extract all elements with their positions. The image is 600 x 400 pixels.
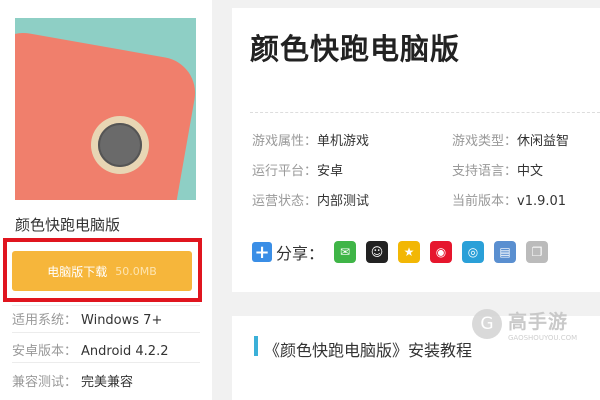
watermark-brand: 高手游 [508, 310, 569, 333]
system-label: 适用系统： [12, 313, 78, 328]
phone-illustration [15, 27, 196, 200]
share-bar: + 分享： ✉ ☺ ★ ◉ ◎ ▤ ❐ [252, 240, 558, 264]
game-details-card: 颜色快跑电脑版 游戏属性：单机游戏 游戏类型：休闲益智 运行平台：安卓 支持语言… [232, 8, 600, 292]
attr-value: 安卓 [317, 164, 344, 179]
android-value: Android 4.2.2 [81, 344, 169, 359]
brand-logo-icon: G [472, 309, 502, 339]
camera-lens [98, 123, 142, 167]
page-title: 颜色快跑电脑版 [250, 32, 461, 66]
pc-download-button[interactable]: 电脑版下载 50.0MB [12, 251, 192, 291]
compat-value: 完美兼容 [81, 375, 134, 390]
copy-icon[interactable]: ❐ [526, 241, 549, 263]
tencent-weibo-icon[interactable]: ◎ [462, 241, 485, 263]
attr-label: 运营状态： [252, 194, 318, 209]
attr-label: 游戏类型： [452, 134, 518, 149]
download-label: 电脑版下载 [47, 264, 108, 279]
attr-version: 当前版本：v1.9.01 [452, 190, 566, 209]
print-icon[interactable]: ▤ [494, 241, 517, 263]
watermark-text: 高手游 GAOSHOUYOU.COM [508, 307, 577, 342]
android-label: 安卓版本： [12, 344, 78, 359]
attr-label: 运行平台： [252, 164, 318, 179]
watermark-url: GAOSHOUYOU.COM [508, 333, 578, 342]
weibo-icon[interactable]: ◉ [430, 241, 453, 263]
compat-info: 兼容测试： 完美兼容 [12, 371, 133, 390]
attr-platform: 运行平台：安卓 [252, 160, 343, 179]
system-value: Windows 7+ [81, 313, 163, 328]
game-thumbnail[interactable] [15, 18, 196, 200]
section-title: 《颜色快跑电脑版》安装教程 [264, 341, 473, 360]
attr-label: 当前版本： [452, 194, 518, 209]
attr-language: 支持语言：中文 [452, 160, 543, 179]
attr-value: 中文 [517, 164, 544, 179]
system-info: 适用系统： Windows 7+ [12, 309, 162, 328]
attr-status: 运营状态：内部测试 [252, 190, 369, 209]
watermark: G 高手游 GAOSHOUYOU.COM [472, 302, 592, 346]
android-info: 安卓版本： Android 4.2.2 [12, 340, 169, 359]
attr-game-type: 游戏类型：休闲益智 [452, 130, 569, 149]
game-name: 颜色快跑电脑版 [15, 216, 121, 234]
attr-value[interactable]: 单机游戏 [317, 134, 369, 149]
section-accent-bar [254, 336, 258, 356]
game-sidebar-card: 颜色快跑电脑版 电脑版下载 50.0MB 适用系统： Windows 7+ 安卓版… [0, 0, 212, 400]
attr-game-property: 游戏属性：单机游戏 [252, 130, 369, 149]
plus-icon[interactable]: + [252, 242, 272, 263]
qq-icon[interactable]: ☺ [366, 241, 389, 263]
divider [12, 332, 200, 333]
download-size: 50.0MB [115, 264, 157, 278]
qzone-icon[interactable]: ★ [398, 241, 421, 263]
attr-value: 内部测试 [317, 194, 370, 209]
attr-value[interactable]: 休闲益智 [517, 134, 569, 149]
attr-value: v1.9.01 [517, 194, 567, 209]
wechat-icon[interactable]: ✉ [334, 241, 357, 263]
attr-label: 支持语言： [452, 164, 518, 179]
divider [12, 362, 200, 363]
attr-label: 游戏属性： [252, 134, 318, 149]
compat-label: 兼容测试： [12, 375, 78, 390]
divider [12, 305, 200, 306]
dashed-divider [250, 112, 600, 113]
share-label: 分享： [276, 244, 325, 263]
